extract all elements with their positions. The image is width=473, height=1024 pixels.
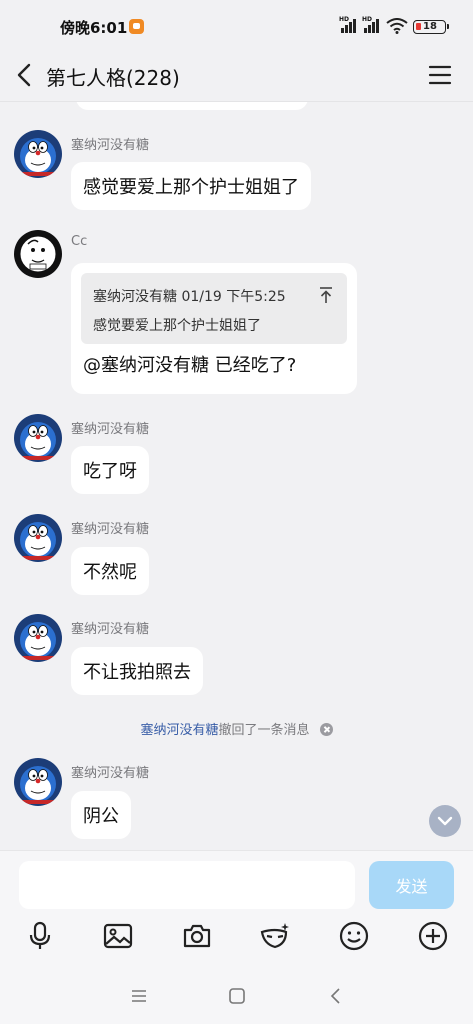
doraemon-avatar-icon: [14, 614, 62, 662]
cartoon-avatar-icon: [14, 230, 62, 278]
close-icon[interactable]: [319, 723, 333, 736]
send-button[interactable]: 发送: [369, 861, 454, 909]
battery-level: 18: [423, 21, 437, 32]
message-bubble[interactable]: 阴公: [71, 791, 131, 839]
avatar[interactable]: [14, 414, 62, 462]
quoted-message[interactable]: 塞纳河没有糖 01/19 下午5:25 感觉要爱上那个护士姐姐了: [81, 273, 347, 344]
avatar[interactable]: [14, 614, 62, 662]
message-bubble[interactable]: 吃了呀: [71, 446, 149, 494]
message-text: @塞纳河没有糖 已经吃了?: [83, 355, 297, 376]
message-input[interactable]: [19, 861, 355, 909]
message-text: 感觉要爱上那个护士姐姐了: [83, 177, 299, 198]
system-nav-bar: [0, 968, 473, 1024]
scroll-to-bottom-button[interactable]: [429, 805, 461, 837]
wifi-icon: [386, 18, 408, 34]
message-bubble[interactable]: 感觉要爱上那个护士姐姐了: [71, 162, 311, 210]
quote-meta: 塞纳河没有糖 01/19 下午5:25: [93, 289, 286, 305]
mask-icon[interactable]: [259, 920, 291, 952]
status-bar: 傍晚6:01 HD HD 18: [0, 0, 473, 50]
recall-notice: 塞纳河没有糖撤回了一条消息: [0, 719, 473, 738]
menu-icon[interactable]: [130, 988, 148, 1004]
message-text: 吃了呀: [83, 461, 137, 482]
microphone-icon[interactable]: [24, 920, 56, 952]
recall-text: 撤回了一条消息: [218, 723, 310, 738]
back-icon[interactable]: [327, 988, 345, 1004]
doraemon-avatar-icon: [14, 414, 62, 462]
message-text: 阴公: [83, 806, 119, 827]
message-text: 不然呢: [83, 562, 137, 583]
quote-text: 感觉要爱上那个护士姐姐了: [93, 318, 261, 334]
jump-to-quote-icon[interactable]: [318, 286, 334, 304]
sender-name: 塞纳河没有糖: [71, 766, 150, 781]
input-bar: 发送: [0, 850, 473, 968]
emoji-icon[interactable]: [338, 920, 370, 952]
avatar[interactable]: [14, 514, 62, 562]
notification-app-icon: [129, 19, 144, 34]
doraemon-avatar-icon: [14, 514, 62, 562]
previous-message-bubble: [76, 102, 308, 110]
signal-icon-2: HD: [362, 16, 382, 33]
status-time: 傍晚6:01: [60, 19, 128, 37]
signal-icon: HD: [339, 16, 359, 33]
message-bubble[interactable]: 不然呢: [71, 547, 149, 595]
avatar[interactable]: [14, 130, 62, 178]
sender-name: Cc: [71, 234, 88, 249]
sender-name: 塞纳河没有糖: [71, 622, 150, 637]
message-list[interactable]: 塞纳河没有糖 感觉要爱上那个护士姐姐了 Cc 塞纳河没有糖 01/19 下午5:…: [0, 102, 473, 850]
chevron-down-icon: [437, 816, 453, 826]
doraemon-avatar-icon: [14, 758, 62, 806]
plus-icon[interactable]: [417, 920, 449, 952]
image-icon[interactable]: [102, 920, 134, 952]
sender-name: 塞纳河没有糖: [71, 422, 150, 437]
doraemon-avatar-icon: [14, 130, 62, 178]
avatar[interactable]: [14, 230, 62, 278]
camera-icon[interactable]: [181, 920, 213, 952]
chat-header: 第七人格(228): [0, 50, 473, 102]
battery-icon: 18: [413, 20, 449, 34]
message-text: 不让我拍照去: [83, 662, 191, 683]
back-arrow-icon[interactable]: [14, 62, 34, 88]
avatar[interactable]: [14, 758, 62, 806]
sender-name: 塞纳河没有糖: [71, 522, 150, 537]
menu-icon[interactable]: [428, 64, 452, 86]
sender-name: 塞纳河没有糖: [71, 138, 150, 153]
recall-sender-name[interactable]: 塞纳河没有糖: [140, 723, 218, 738]
message-bubble[interactable]: 不让我拍照去: [71, 647, 203, 695]
quote-message-bubble[interactable]: 塞纳河没有糖 01/19 下午5:25 感觉要爱上那个护士姐姐了 @塞纳河没有糖…: [71, 263, 357, 394]
chat-title: 第七人格(228): [46, 66, 180, 90]
home-icon[interactable]: [228, 988, 246, 1004]
